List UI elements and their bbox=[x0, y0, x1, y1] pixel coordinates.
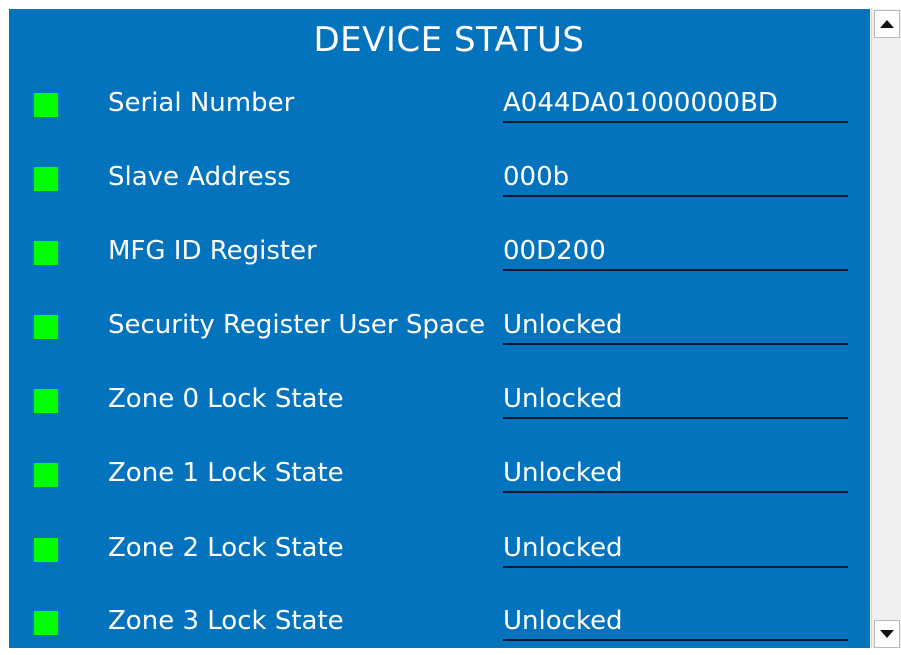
zone-0-lock-state-label: Zone 0 Lock State bbox=[108, 384, 344, 414]
chevron-down-icon bbox=[880, 630, 894, 638]
serial-number-label: Serial Number bbox=[108, 88, 295, 118]
chevron-up-icon bbox=[880, 20, 894, 28]
zone-3-lock-state-label: Zone 3 Lock State bbox=[108, 606, 344, 636]
green-status-icon bbox=[34, 315, 58, 339]
scroll-up-button[interactable] bbox=[874, 10, 900, 38]
device-status-window: DEVICE STATUS Serial Number A044DA010000… bbox=[0, 0, 901, 648]
zone-2-lock-state-field[interactable]: Unlocked bbox=[503, 530, 848, 568]
panel-title: DEVICE STATUS bbox=[313, 20, 585, 60]
status-row-zone-3: Zone 3 Lock State Unlocked bbox=[9, 595, 870, 655]
status-row-serial-number: Serial Number A044DA01000000BD bbox=[9, 77, 870, 137]
zone-0-lock-state-field[interactable]: Unlocked bbox=[503, 381, 848, 419]
green-status-icon bbox=[34, 93, 58, 117]
zone-2-lock-state-label: Zone 2 Lock State bbox=[108, 533, 344, 563]
mfg-id-register-field[interactable]: 00D200 bbox=[503, 233, 848, 271]
status-row-slave-address: Slave Address 000b bbox=[9, 151, 870, 211]
zone-1-lock-state-field[interactable]: Unlocked bbox=[503, 455, 848, 493]
green-status-icon bbox=[34, 241, 58, 265]
status-row-zone-0: Zone 0 Lock State Unlocked bbox=[9, 373, 870, 433]
serial-number-field[interactable]: A044DA01000000BD bbox=[503, 85, 848, 123]
green-status-icon bbox=[34, 389, 58, 413]
slave-address-label: Slave Address bbox=[108, 162, 291, 192]
green-status-icon bbox=[34, 538, 58, 562]
zone-1-lock-state-label: Zone 1 Lock State bbox=[108, 458, 344, 488]
green-status-icon bbox=[34, 167, 58, 191]
status-row-mfg-id-register: MFG ID Register 00D200 bbox=[9, 225, 870, 285]
slave-address-field[interactable]: 000b bbox=[503, 159, 848, 197]
zone-3-lock-state-field[interactable]: Unlocked bbox=[503, 603, 848, 641]
status-row-zone-1: Zone 1 Lock State Unlocked bbox=[9, 447, 870, 507]
scroll-down-button[interactable] bbox=[874, 620, 900, 648]
status-row-security-register: Security Register User Space Unlocked bbox=[9, 299, 870, 359]
green-status-icon bbox=[34, 611, 58, 635]
vertical-scrollbar[interactable] bbox=[871, 9, 901, 648]
security-register-field[interactable]: Unlocked bbox=[503, 307, 848, 345]
status-row-zone-2: Zone 2 Lock State Unlocked bbox=[9, 522, 870, 582]
device-status-panel: DEVICE STATUS Serial Number A044DA010000… bbox=[9, 9, 870, 648]
mfg-id-register-label: MFG ID Register bbox=[108, 236, 317, 266]
security-register-label: Security Register User Space bbox=[108, 310, 486, 340]
green-status-icon bbox=[34, 463, 58, 487]
